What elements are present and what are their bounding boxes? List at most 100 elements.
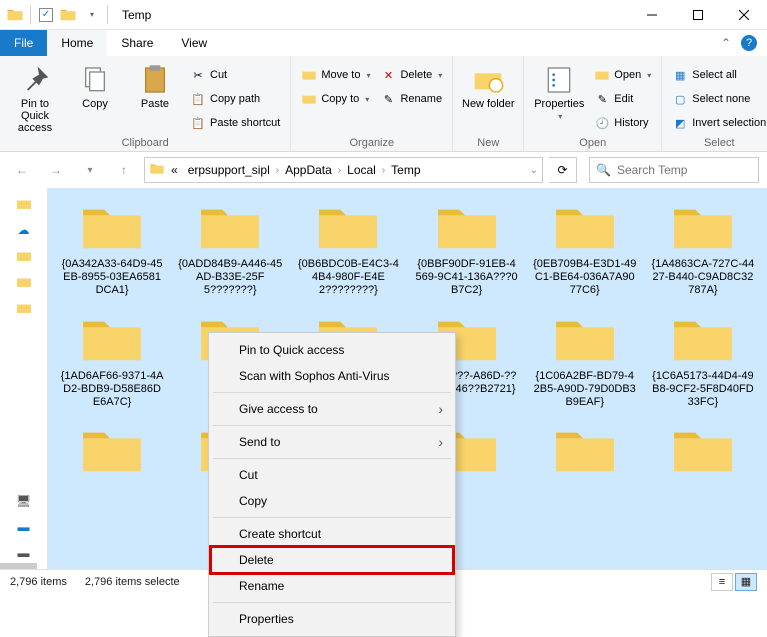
breadcrumb[interactable]: « erpsupport_sipl› AppData› Local› Temp … [144, 157, 543, 183]
folder-item[interactable] [56, 419, 168, 485]
large-icons-view-button[interactable]: ▦ [735, 573, 757, 591]
ctx-copy[interactable]: Copy [211, 488, 453, 514]
ctx-cut[interactable]: Cut [211, 462, 453, 488]
new-folder-button[interactable]: New folder [461, 60, 515, 110]
qat-dropdown-icon[interactable]: ▾ [83, 6, 101, 24]
folder-icon [550, 423, 620, 477]
back-button[interactable]: ← [8, 156, 36, 184]
tab-view[interactable]: View [167, 30, 221, 56]
close-button[interactable] [721, 0, 767, 30]
paste-shortcut-button[interactable]: 📋Paste shortcut [188, 112, 282, 134]
group-label: New [461, 135, 515, 149]
tree-folder-icon[interactable] [12, 246, 36, 266]
ctx-give-access-to[interactable]: Give access to [211, 396, 453, 422]
folder-item[interactable]: {1C6A5173-44D4-49B8-9CF2-5F8D40FD33FC} [647, 308, 759, 414]
delete-button[interactable]: ✕Delete▾ [378, 64, 444, 86]
tab-home[interactable]: Home [47, 30, 107, 56]
folder-item[interactable] [529, 419, 641, 485]
window-title: Temp [116, 8, 151, 22]
paste-button[interactable]: Paste [128, 60, 182, 110]
folder-item[interactable] [647, 419, 759, 485]
folder-icon [668, 423, 738, 477]
minimize-button[interactable] [629, 0, 675, 30]
breadcrumb-segment[interactable]: Local [343, 163, 380, 177]
chevron-right-icon[interactable]: › [338, 165, 341, 176]
dropdown-icon[interactable]: ⌄ [530, 165, 538, 176]
help-icon[interactable]: ? [741, 35, 757, 51]
properties-button[interactable]: Properties▾ [532, 60, 586, 121]
folder-item[interactable]: {1C06A2BF-BD79-42B5-A90D-79D0DB3B9EAF} [529, 308, 641, 414]
ctx-scan-antivirus[interactable]: Scan with Sophos Anti-Virus [211, 363, 453, 389]
folder-name: {0A342A33-64D9-45EB-8955-03EA6581DCA1} [60, 258, 164, 298]
open-button[interactable]: Open▾ [592, 64, 653, 86]
move-to-button[interactable]: Move to▾ [299, 64, 372, 86]
folder-item[interactable]: {0EB709B4-E3D1-49C1-BE64-036A7A9077C6} [529, 196, 641, 302]
copy-path-button[interactable]: 📋Copy path [188, 88, 282, 110]
search-box[interactable]: 🔍 [589, 157, 759, 183]
folder-item[interactable]: {1AD6AF66-9371-4AD2-BDB9-D58E86DE6A7C} [56, 308, 168, 414]
ctx-create-shortcut[interactable]: Create shortcut [211, 521, 453, 547]
chevron-right-icon[interactable]: › [276, 165, 279, 176]
folder-icon [77, 423, 147, 477]
search-icon: 🔍 [596, 163, 611, 177]
status-selected-count: 2,796 items selecte [85, 576, 180, 588]
ctx-rename[interactable]: Rename [211, 573, 453, 599]
folder-icon [550, 312, 620, 366]
select-none-button[interactable]: ▢Select none [670, 88, 767, 110]
checkbox-icon[interactable]: ✓ [37, 6, 55, 24]
invert-selection-icon: ◩ [672, 115, 688, 131]
ctx-pin-to-quick-access[interactable]: Pin to Quick access [211, 337, 453, 363]
folder-icon [77, 312, 147, 366]
folder-icon [301, 91, 317, 107]
select-none-icon: ▢ [672, 91, 688, 107]
tab-share[interactable]: Share [107, 30, 167, 56]
ctx-properties[interactable]: Properties [211, 606, 453, 632]
breadcrumb-segment[interactable]: Temp [387, 163, 424, 177]
tree-onedrive-icon[interactable]: ☁ [12, 220, 36, 240]
invert-selection-button[interactable]: ◩Invert selection [670, 112, 767, 134]
folder-icon [195, 200, 265, 254]
new-folder-icon [472, 64, 504, 96]
paste-icon [139, 64, 171, 96]
copy-to-button[interactable]: Copy to▾ [299, 88, 372, 110]
breadcrumb-segment[interactable]: AppData [281, 163, 336, 177]
folder-item[interactable]: {1A4863CA-727C-4427-B440-C9AD8C32787A} [647, 196, 759, 302]
forward-button[interactable]: → [42, 156, 70, 184]
tree-drive-icon[interactable]: ▬ [12, 517, 36, 537]
pin-to-quick-access-button[interactable]: Pin to Quick access [8, 60, 62, 134]
maximize-button[interactable] [675, 0, 721, 30]
up-button[interactable]: ↑ [110, 156, 138, 184]
ribbon-tabs: File Home Share View ⌃ ? [0, 30, 767, 56]
history-button[interactable]: 🕘History [592, 112, 653, 134]
folder-item[interactable]: {0A342A33-64D9-45EB-8955-03EA6581DCA1} [56, 196, 168, 302]
address-bar-row: ← → ▾ ↑ « erpsupport_sipl› AppData› Loca… [0, 152, 767, 188]
rename-icon: ✎ [380, 91, 396, 107]
tab-file[interactable]: File [0, 30, 47, 56]
navigation-pane[interactable]: ☁ 🖥 ▬ ▬ [0, 188, 48, 569]
folder-item[interactable]: {0B6BDC0B-E4C3-44B4-980F-E4E2????????} [292, 196, 404, 302]
tree-folder-icon[interactable] [12, 194, 36, 214]
recent-locations-button[interactable]: ▾ [76, 156, 104, 184]
folder-name: {0ADD84B9-A446-45AD-B33E-25F5???????} [178, 258, 282, 298]
details-view-button[interactable]: ≡ [711, 573, 733, 591]
folder-icon[interactable] [59, 6, 77, 24]
breadcrumb-segment[interactable]: erpsupport_sipl [184, 163, 274, 177]
ctx-delete[interactable]: Delete [211, 547, 453, 573]
refresh-button[interactable]: ⟳ [549, 157, 577, 183]
cut-button[interactable]: ✂Cut [188, 64, 282, 86]
chevron-right-icon[interactable]: › [382, 165, 385, 176]
breadcrumb-prefix[interactable]: « [167, 163, 182, 177]
select-all-button[interactable]: ▦Select all [670, 64, 767, 86]
copy-button[interactable]: Copy [68, 60, 122, 110]
ctx-send-to[interactable]: Send to [211, 429, 453, 455]
tree-folder-icon[interactable] [12, 272, 36, 292]
tree-folder-icon[interactable] [12, 298, 36, 318]
collapse-ribbon-icon[interactable]: ⌃ [721, 36, 731, 50]
search-input[interactable] [617, 163, 752, 177]
edit-button[interactable]: ✎Edit [592, 88, 653, 110]
rename-button[interactable]: ✎Rename [378, 88, 444, 110]
tree-drive-icon[interactable]: ▬ [12, 543, 36, 563]
folder-item[interactable]: {0ADD84B9-A446-45AD-B33E-25F5???????} [174, 196, 286, 302]
folder-item[interactable]: {0BBF90DF-91EB-4569-9C41-136A???0B7C2} [410, 196, 522, 302]
tree-thispc-icon[interactable]: 🖥 [12, 491, 36, 511]
